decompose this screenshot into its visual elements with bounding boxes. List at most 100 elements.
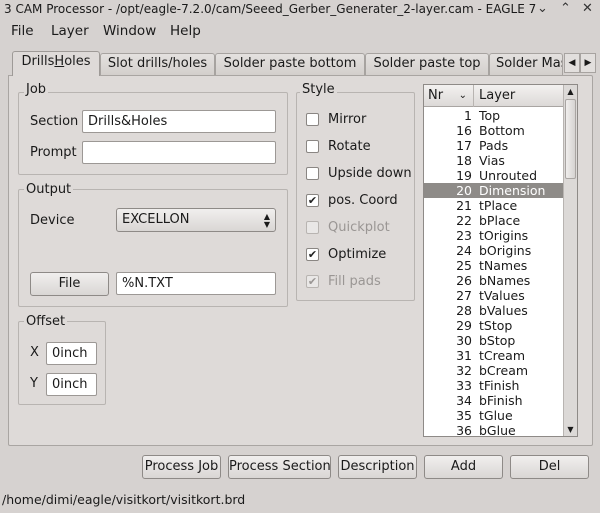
layer-row[interactable]: 18 Vias xyxy=(424,153,563,168)
layer-number: 33 xyxy=(456,378,472,393)
layer-number: 29 xyxy=(456,318,472,333)
file-input[interactable]: %N.TXT xyxy=(116,272,276,295)
layer-row[interactable]: 22 bPlace xyxy=(424,213,563,228)
layer-row[interactable]: 28 bValues xyxy=(424,303,563,318)
layer-name: Top xyxy=(479,108,501,123)
layer-row[interactable]: 29 tStop xyxy=(424,318,563,333)
layer-row[interactable]: 1 Top xyxy=(424,108,563,123)
layer-list-scrollbar[interactable]: ▲ ▼ xyxy=(563,85,577,436)
del-button[interactable]: Del xyxy=(510,455,589,479)
tab-slot-drills-holes[interactable]: Slot drills/holes xyxy=(100,53,215,75)
layer-number: 25 xyxy=(456,258,472,273)
layer-name: Vias xyxy=(479,153,505,168)
prompt-input[interactable] xyxy=(82,141,276,164)
layer-row[interactable]: 36 bGlue xyxy=(424,423,563,437)
layer-row[interactable]: 34 bFinish xyxy=(424,393,563,408)
layer-list[interactable]: Nr ⌄ Layer 1 Top 16 Bottom 17 Pads 18 Vias 19 Unr… xyxy=(423,84,578,437)
menu-layer[interactable]: Layer xyxy=(51,23,89,39)
layer-row[interactable]: 21 tPlace xyxy=(424,198,563,213)
layer-name: bFinish xyxy=(479,393,523,408)
process-section-button[interactable]: Process Section xyxy=(228,455,331,479)
tab-scroll-right-button[interactable]: ▶ xyxy=(580,53,596,73)
layer-row[interactable]: 35 tGlue xyxy=(424,408,563,423)
layer-number: 22 xyxy=(456,213,472,228)
style-options: Mirror Rotate Upside down ✔ pos. Coord Q… xyxy=(306,112,412,289)
layer-number: 23 xyxy=(456,228,472,243)
layer-row[interactable]: 32 bCream xyxy=(424,363,563,378)
section-panel: Job Section Drills&Holes Prompt Output D… xyxy=(8,75,593,446)
tab-solder-paste-top[interactable]: Solder paste top xyxy=(365,53,489,75)
layer-name: tFinish xyxy=(479,378,520,393)
device-select[interactable]: EXCELLON ▲ ▼ xyxy=(116,208,276,232)
close-icon[interactable]: ✕ xyxy=(582,0,593,17)
layer-row[interactable]: 25 tNames xyxy=(424,258,563,273)
layer-row[interactable]: 23 tOrigins xyxy=(424,228,563,243)
layer-row[interactable]: 26 bNames xyxy=(424,273,563,288)
offset-x-input[interactable]: 0inch xyxy=(46,342,97,365)
section-input[interactable]: Drills&Holes xyxy=(82,110,276,133)
layer-number: 16 xyxy=(456,123,472,138)
file-button[interactable]: File xyxy=(30,272,109,296)
tab-scroll-left-button[interactable]: ◀ xyxy=(564,53,580,73)
device-label: Device xyxy=(30,213,75,228)
tab-solder-mask[interactable]: Solder Mas xyxy=(489,53,563,75)
layer-list-header: Nr ⌄ Layer xyxy=(424,85,563,107)
layer-row[interactable]: 30 bStop xyxy=(424,333,563,348)
triangle-left-icon: ◀ xyxy=(568,58,576,68)
layer-row[interactable]: 33 tFinish xyxy=(424,378,563,393)
layer-name: bCream xyxy=(479,363,529,378)
job-group-label: Job xyxy=(24,82,49,97)
layer-row[interactable]: 19 Unrouted xyxy=(424,168,563,183)
tab-drills-holes[interactable]: DrillsHoles xyxy=(12,51,100,76)
offset-x-label: X xyxy=(30,345,39,360)
layer-number: 19 xyxy=(456,168,472,183)
offset-y-input[interactable]: 0inch xyxy=(46,373,97,396)
layer-number: 21 xyxy=(456,198,472,213)
menu-help[interactable]: Help xyxy=(170,23,201,39)
column-header-nr[interactable]: Nr ⌄ xyxy=(424,85,474,107)
layer-row[interactable]: 16 Bottom xyxy=(424,123,563,138)
checkbox-box xyxy=(306,221,319,234)
tab-solder-paste-bottom[interactable]: Solder paste bottom xyxy=(215,53,365,75)
scroll-thumb[interactable] xyxy=(565,99,576,179)
layer-name: tGlue xyxy=(479,408,513,423)
checkmark-icon: ✔ xyxy=(306,194,319,207)
section-tabs: DrillsHoles Slot drills/holes Solder pas… xyxy=(8,51,596,76)
scroll-up-icon[interactable]: ▲ xyxy=(564,85,577,98)
description-button[interactable]: Description xyxy=(338,455,417,479)
layer-number: 32 xyxy=(456,363,472,378)
checkbox-box xyxy=(306,113,319,126)
layer-row[interactable]: 31 tCream xyxy=(424,348,563,363)
layer-name: tStop xyxy=(479,318,513,333)
add-button[interactable]: Add xyxy=(424,455,503,479)
output-group-label: Output xyxy=(24,182,74,197)
menu-window[interactable]: Window xyxy=(103,23,156,39)
scroll-down-icon[interactable]: ▼ xyxy=(564,423,577,436)
window-title: 3 CAM Processor - /opt/eagle-7.2.0/cam/S… xyxy=(4,2,537,16)
layer-name: Pads xyxy=(479,138,509,153)
minimize-icon[interactable]: ⌄ xyxy=(537,0,548,17)
maximize-icon[interactable]: ⌃ xyxy=(560,0,571,17)
column-header-layer[interactable]: Layer xyxy=(474,85,515,106)
layer-row[interactable]: 17 Pads xyxy=(424,138,563,153)
layer-row[interactable]: 24 bOrigins xyxy=(424,243,563,258)
status-bar: /home/dimi/eagle/visitkort/visitkort.brd xyxy=(2,492,246,507)
process-job-button[interactable]: Process Job xyxy=(142,455,221,479)
layer-number: 35 xyxy=(456,408,472,423)
layer-name: tOrigins xyxy=(479,228,529,243)
layer-name: bValues xyxy=(479,303,528,318)
layer-name: bGlue xyxy=(479,423,516,437)
layer-row[interactable]: 20 Dimension xyxy=(424,183,563,198)
layer-number: 17 xyxy=(456,138,472,153)
layer-name: tNames xyxy=(479,258,528,273)
prompt-label: Prompt xyxy=(30,145,77,160)
layer-name: bStop xyxy=(479,333,516,348)
layer-row[interactable]: 27 tValues xyxy=(424,288,563,303)
layer-number: 27 xyxy=(456,288,472,303)
section-label: Section xyxy=(30,114,79,129)
layer-name: Unrouted xyxy=(479,168,538,183)
layer-number: 26 xyxy=(456,273,472,288)
layer-name: bNames xyxy=(479,273,531,288)
layer-number: 18 xyxy=(456,153,472,168)
menu-file[interactable]: File xyxy=(11,23,34,39)
